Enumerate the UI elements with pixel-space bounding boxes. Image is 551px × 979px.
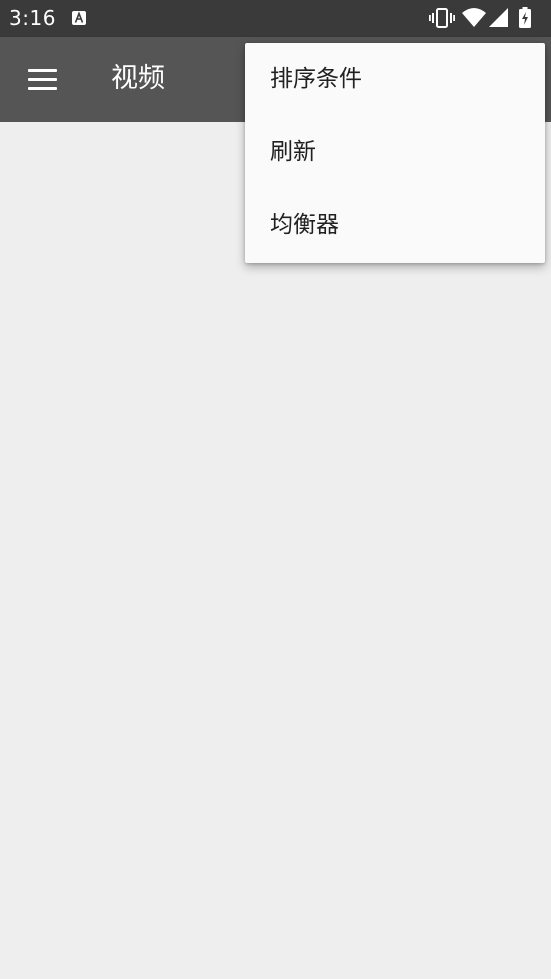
status-bar: 3:16 [0, 0, 551, 37]
signal-icon [489, 8, 508, 27]
page-title: 视频 [111, 63, 165, 94]
menu-item-label: 均衡器 [270, 212, 339, 238]
menu-item-label: 排序条件 [270, 66, 362, 92]
menu-item-label: 刷新 [270, 139, 316, 165]
battery-charging-icon [519, 7, 531, 28]
wifi-icon [462, 8, 486, 27]
status-time: 3:16 [9, 6, 56, 30]
menu-item-equalizer[interactable]: 均衡器 [245, 189, 545, 262]
vibrate-icon [429, 8, 455, 28]
overflow-menu: 排序条件 刷新 均衡器 [245, 43, 545, 263]
menu-item-refresh[interactable]: 刷新 [245, 116, 545, 189]
notification-a-icon [72, 11, 86, 25]
hamburger-menu-icon[interactable] [22, 60, 62, 100]
menu-item-sort[interactable]: 排序条件 [245, 43, 545, 116]
